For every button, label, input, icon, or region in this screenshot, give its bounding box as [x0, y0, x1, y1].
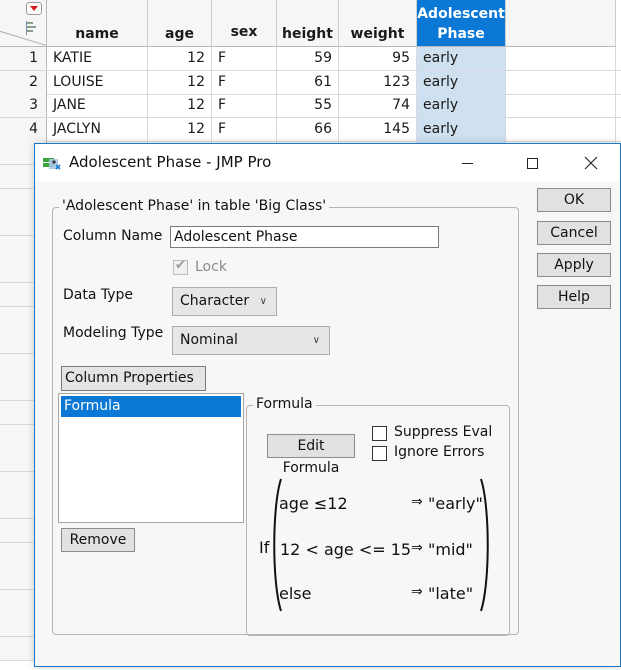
cell-height[interactable]: 55 — [277, 94, 339, 118]
column-header-height[interactable]: height — [277, 0, 339, 47]
column-header-adolescent-phase[interactable]: Adolescent Phase — [417, 0, 506, 47]
cell-phase[interactable]: early — [417, 94, 506, 118]
cell-height[interactable]: 61 — [277, 70, 339, 94]
cell-name[interactable]: JANE — [47, 94, 148, 118]
title-bar[interactable]: Adolescent Phase - JMP Pro — [35, 144, 620, 182]
cell-height[interactable]: 59 — [277, 47, 339, 70]
cell-name[interactable]: LOUISE — [47, 70, 148, 94]
modeling-type-label: Modeling Type — [63, 325, 164, 341]
cell-sex[interactable]: F — [212, 94, 277, 118]
cell-weight[interactable]: 95 — [339, 47, 417, 70]
minimize-icon — [461, 162, 473, 164]
cell-weight[interactable]: 74 — [339, 94, 417, 118]
list-item-formula[interactable]: Formula — [61, 396, 241, 417]
implies-icon: ⇒ — [411, 540, 423, 556]
cell-age[interactable]: 12 — [148, 117, 212, 141]
cell-weight[interactable]: 123 — [339, 70, 417, 94]
lock-checkbox[interactable]: ✔ — [173, 258, 188, 275]
help-button[interactable]: Help — [537, 285, 611, 309]
data-type-select[interactable]: Character ∨ — [172, 287, 277, 316]
apply-button[interactable]: Apply — [537, 253, 611, 277]
column-header-name[interactable]: name — [47, 0, 148, 47]
row-number[interactable]: 2 — [0, 70, 47, 94]
suppress-eval-label: Suppress Eval — [394, 424, 493, 440]
ignore-errors-checkbox[interactable] — [372, 446, 387, 461]
table-row[interactable]: 3 JANE 12 F 55 74 early — [0, 94, 621, 119]
formula-condition-1: age ≤12 — [279, 494, 348, 513]
data-type-label: Data Type — [63, 287, 134, 303]
dialog-title: Adolescent Phase - JMP Pro — [69, 153, 272, 171]
cell-age[interactable]: 12 — [148, 47, 212, 70]
formula-function: If — [259, 538, 270, 557]
implies-icon: ⇒ — [411, 584, 423, 600]
modeling-type-select[interactable]: Nominal ∨ — [172, 326, 330, 355]
cell-phase[interactable]: early — [417, 70, 506, 94]
cell-height[interactable]: 66 — [277, 117, 339, 141]
column-header-sex[interactable]: sex — [212, 0, 277, 47]
ignore-errors-label: Ignore Errors — [394, 444, 485, 460]
cell-age[interactable]: 12 — [148, 70, 212, 94]
column-info-dialog: Adolescent Phase - JMP Pro 'Adolescent P… — [34, 143, 621, 667]
cell-phase[interactable]: early — [417, 117, 506, 141]
maximize-button[interactable] — [509, 144, 555, 182]
table-corner — [0, 0, 47, 47]
jmp-column-info-icon — [43, 158, 61, 170]
rows-icon — [25, 21, 37, 35]
ok-button[interactable]: OK — [537, 188, 611, 212]
column-header-age[interactable]: age — [148, 0, 212, 47]
column-properties-menu[interactable]: Column Properties ▼ — [61, 366, 206, 407]
formula-result-3: "late" — [428, 584, 474, 603]
row-number[interactable]: 1 — [0, 47, 47, 70]
remove-button[interactable]: Remove — [61, 528, 135, 552]
checkmark-icon: ✔ — [175, 258, 186, 273]
cell-phase[interactable]: early — [417, 47, 506, 70]
cell-name[interactable]: JACLYN — [47, 117, 148, 141]
chevron-down-icon: ∨ — [312, 335, 320, 346]
table-row[interactable]: 1 KATIE 12 F 59 95 early — [0, 47, 621, 71]
cell-sex[interactable]: F — [212, 70, 277, 94]
close-icon — [584, 156, 598, 170]
maximize-icon — [526, 157, 538, 169]
formula-result-2: "mid" — [428, 540, 473, 559]
cell-sex[interactable]: F — [212, 47, 277, 70]
formula-result-1: "early" — [428, 494, 483, 513]
table-row[interactable]: 4 JACLYN 12 F 66 145 early — [0, 117, 621, 142]
formula-group-title: Formula — [253, 396, 316, 412]
row-number[interactable]: 4 — [0, 117, 47, 141]
cell-empty — [506, 117, 616, 141]
close-button[interactable] — [568, 144, 614, 182]
column-name-input[interactable] — [170, 226, 439, 248]
cell-weight[interactable]: 145 — [339, 117, 417, 141]
red-triangle-menu-icon[interactable] — [26, 2, 42, 15]
column-name-label: Column Name — [63, 228, 163, 244]
cell-name[interactable]: KATIE — [47, 47, 148, 70]
lock-label: Lock — [195, 259, 227, 275]
table-row[interactable]: 2 LOUISE 12 F 61 123 early — [0, 70, 621, 95]
edit-formula-button[interactable]: Edit Formula — [267, 434, 355, 476]
column-settings-group-title: 'Adolescent Phase' in table 'Big Class' — [59, 198, 330, 214]
properties-list[interactable]: Formula — [58, 393, 244, 523]
row-number[interactable]: 3 — [0, 94, 47, 118]
cell-sex[interactable]: F — [212, 117, 277, 141]
cell-empty — [506, 94, 616, 118]
cell-empty — [506, 70, 616, 94]
column-header-weight[interactable]: weight — [339, 0, 417, 47]
cell-empty — [506, 47, 616, 70]
implies-icon: ⇒ — [411, 494, 423, 510]
suppress-eval-checkbox[interactable] — [372, 426, 387, 441]
formula-condition-2: 12 < age <= 15 — [280, 540, 412, 559]
minimize-button[interactable] — [444, 144, 490, 182]
column-header-empty — [506, 0, 616, 47]
cancel-button[interactable]: Cancel — [537, 221, 611, 245]
chevron-down-icon: ∨ — [259, 296, 267, 307]
formula-condition-3: else — [279, 584, 312, 603]
cell-age[interactable]: 12 — [148, 94, 212, 118]
